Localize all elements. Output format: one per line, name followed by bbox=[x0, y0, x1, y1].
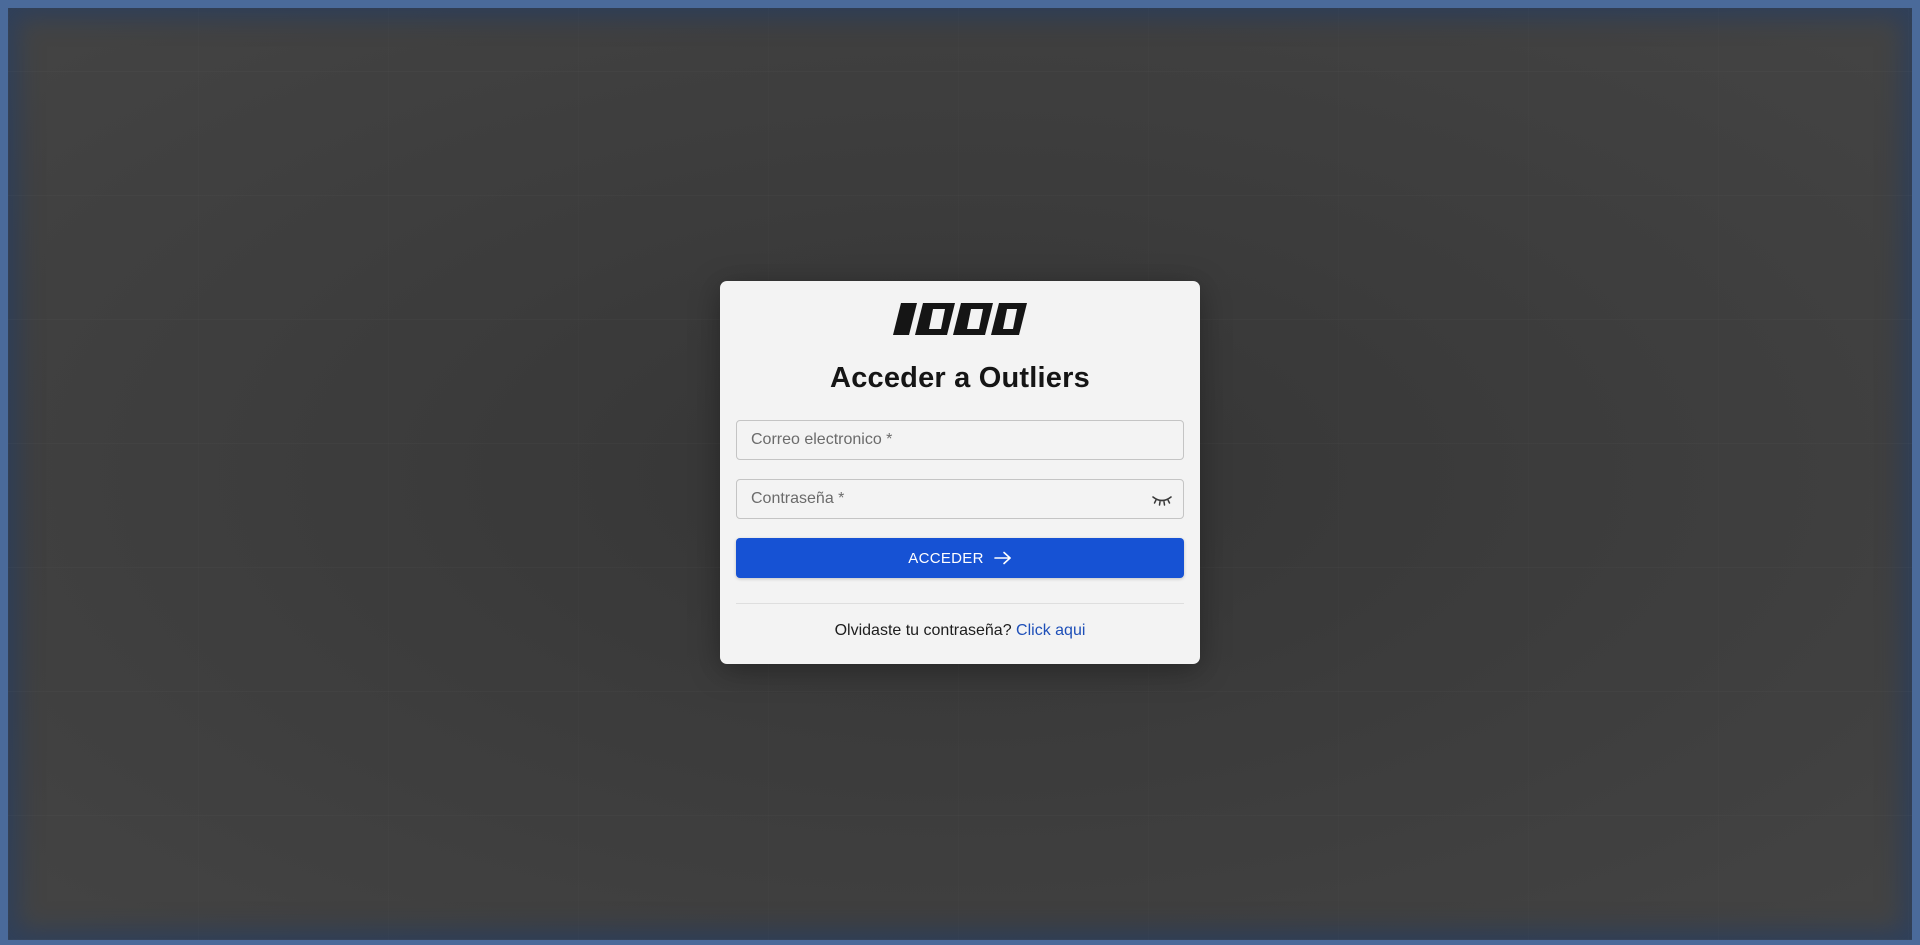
forgot-password-row: Olvidaste tu contraseña? Click aqui bbox=[736, 622, 1184, 640]
arrow-right-icon bbox=[993, 551, 1011, 565]
page-title: Acceder a Outliers bbox=[830, 362, 1090, 394]
email-field[interactable] bbox=[737, 421, 1183, 459]
submit-button[interactable]: ACCEDER bbox=[736, 538, 1184, 578]
divider bbox=[736, 603, 1184, 604]
forgot-password-link[interactable]: Click aqui bbox=[1016, 622, 1085, 639]
forgot-password-text: Olvidaste tu contraseña? bbox=[834, 622, 1012, 639]
password-field[interactable] bbox=[737, 480, 1183, 518]
password-field-container bbox=[736, 479, 1184, 519]
eye-closed-icon[interactable] bbox=[1151, 491, 1173, 507]
submit-button-label: ACCEDER bbox=[908, 549, 984, 567]
email-field-container bbox=[736, 420, 1184, 460]
login-card: Acceder a Outliers ACCEDER Olvidaste tu … bbox=[720, 281, 1200, 664]
brand-logo-icon bbox=[893, 303, 1027, 335]
